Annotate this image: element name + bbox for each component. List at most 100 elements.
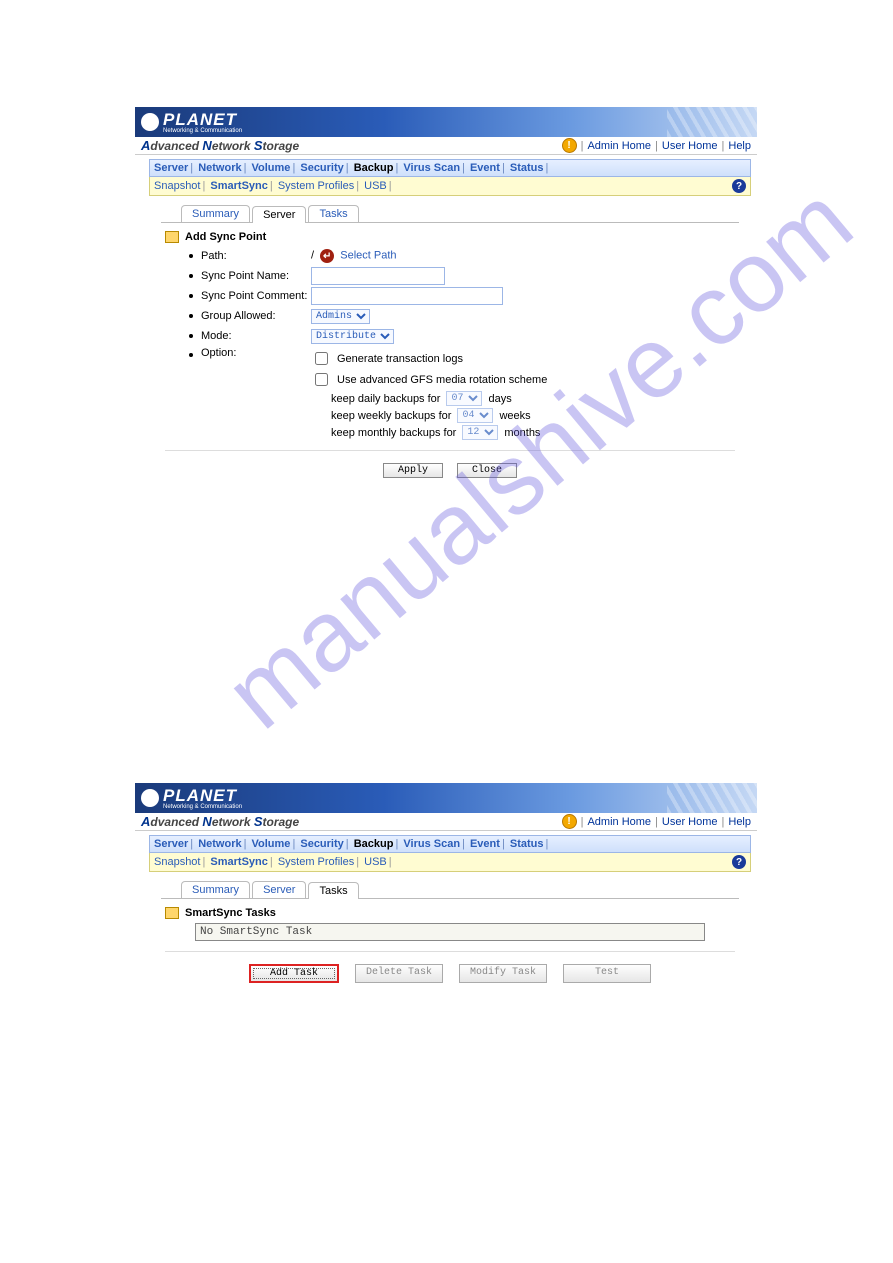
page-title: Advanced Network Storage: [141, 814, 299, 829]
globe-icon: [141, 113, 159, 131]
globe-icon: [141, 789, 159, 807]
apply-button[interactable]: Apply: [383, 463, 443, 478]
path-label: Path:: [201, 250, 311, 262]
main-tabs: Server| Network| Volume| Security| Backu…: [149, 835, 751, 853]
maintab-event[interactable]: Event: [470, 838, 500, 850]
subtab-snapshot[interactable]: Snapshot: [154, 180, 200, 192]
option-label: Option:: [201, 347, 311, 359]
section-title: Add Sync Point: [165, 231, 735, 243]
link-admin-home[interactable]: Admin Home: [587, 816, 651, 828]
header: PLANET Networking & Communication: [135, 107, 757, 137]
subtab-system-profiles[interactable]: System Profiles: [278, 856, 354, 868]
maintab-status[interactable]: Status: [510, 838, 544, 850]
gfs-monthly-select[interactable]: 12: [462, 425, 498, 440]
tab-tasks[interactable]: Tasks: [308, 205, 358, 222]
subtab-smartsync[interactable]: SmartSync: [210, 856, 267, 868]
help-icon[interactable]: ?: [732, 179, 746, 193]
subtab-system-profiles[interactable]: System Profiles: [278, 180, 354, 192]
gfs-daily-label-pre: keep daily backups for: [331, 393, 440, 405]
maintab-volume[interactable]: Volume: [252, 838, 291, 850]
page-title: Advanced Network Storage: [141, 138, 299, 153]
maintab-volume[interactable]: Volume: [252, 162, 291, 174]
link-admin-home[interactable]: Admin Home: [587, 140, 651, 152]
brand-subtext: Networking & Communication: [163, 128, 242, 134]
delete-task-button[interactable]: Delete Task: [355, 964, 443, 983]
subtab-usb[interactable]: USB: [364, 856, 387, 868]
main-tabs: Server| Network| Volume| Security| Backu…: [149, 159, 751, 177]
link-help[interactable]: Help: [728, 816, 751, 828]
select-path-icon[interactable]: ↵: [320, 249, 334, 263]
link-user-home[interactable]: User Home: [662, 140, 718, 152]
brand-text: PLANET: [163, 110, 237, 129]
folder-icon: [165, 907, 179, 919]
alert-icon[interactable]: !: [562, 138, 577, 153]
maintab-security[interactable]: Security: [300, 838, 343, 850]
section-title: SmartSync Tasks: [165, 907, 735, 919]
select-path-link[interactable]: Select Path: [340, 250, 396, 262]
gfs-weekly-select[interactable]: 04: [457, 408, 493, 423]
top-links: ! | Admin Home | User Home | Help: [562, 138, 751, 153]
tab-server[interactable]: Server: [252, 881, 306, 898]
maintab-backup[interactable]: Backup: [354, 838, 394, 850]
inner-tabs: Summary Server Tasks: [181, 202, 739, 222]
gfs-monthly-label-pre: keep monthly backups for: [331, 427, 456, 439]
sub-tabs: Snapshot| SmartSync| System Profiles| US…: [149, 177, 751, 196]
header: PLANET Networking & Communication: [135, 783, 757, 813]
gfs-daily-label-post: days: [488, 393, 511, 405]
maintab-server[interactable]: Server: [154, 162, 188, 174]
subtab-usb[interactable]: USB: [364, 180, 387, 192]
brand-text: PLANET: [163, 786, 237, 805]
gfs-weekly-label-post: weeks: [499, 410, 530, 422]
maintab-server[interactable]: Server: [154, 838, 188, 850]
group-allowed-label: Group Allowed:: [201, 310, 311, 322]
folder-icon: [165, 231, 179, 243]
panel-smartsync-tasks: PLANET Networking & Communication Advanc…: [135, 783, 757, 999]
sync-point-comment-label: Sync Point Comment:: [201, 290, 311, 302]
tab-summary[interactable]: Summary: [181, 205, 250, 222]
header-decoration: [667, 783, 757, 813]
sync-point-name-label: Sync Point Name:: [201, 270, 311, 282]
top-links: ! | Admin Home | User Home | Help: [562, 814, 751, 829]
mode-select[interactable]: Distribute: [311, 329, 394, 344]
logo: PLANET Networking & Communication: [135, 786, 242, 810]
sync-point-name-input[interactable]: [311, 267, 445, 285]
generate-logs-label: Generate transaction logs: [337, 353, 463, 365]
link-user-home[interactable]: User Home: [662, 816, 718, 828]
help-icon[interactable]: ?: [732, 855, 746, 869]
titlebar: Advanced Network Storage ! | Admin Home …: [135, 813, 757, 831]
tab-summary[interactable]: Summary: [181, 881, 250, 898]
subtab-smartsync[interactable]: SmartSync: [210, 180, 267, 192]
maintab-security[interactable]: Security: [300, 162, 343, 174]
maintab-virus-scan[interactable]: Virus Scan: [403, 162, 460, 174]
logo: PLANET Networking & Communication: [135, 110, 242, 134]
gfs-daily-select[interactable]: 07: [446, 391, 482, 406]
close-button[interactable]: Close: [457, 463, 517, 478]
test-button[interactable]: Test: [563, 964, 651, 983]
maintab-backup[interactable]: Backup: [354, 162, 394, 174]
task-list-empty: No SmartSync Task: [195, 923, 705, 941]
gfs-scheme-checkbox[interactable]: [315, 373, 328, 386]
sync-point-comment-input[interactable]: [311, 287, 503, 305]
inner-tabs: Summary Server Tasks: [181, 878, 739, 898]
group-allowed-select[interactable]: Admins: [311, 309, 370, 324]
maintab-virus-scan[interactable]: Virus Scan: [403, 838, 460, 850]
tab-tasks[interactable]: Tasks: [308, 882, 358, 899]
add-task-button[interactable]: Add Task: [249, 964, 339, 983]
tab-server[interactable]: Server: [252, 206, 306, 223]
gfs-scheme-label: Use advanced GFS media rotation scheme: [337, 374, 547, 386]
sub-tabs: Snapshot| SmartSync| System Profiles| US…: [149, 853, 751, 872]
mode-label: Mode:: [201, 330, 311, 342]
maintab-event[interactable]: Event: [470, 162, 500, 174]
maintab-network[interactable]: Network: [198, 162, 241, 174]
maintab-status[interactable]: Status: [510, 162, 544, 174]
modify-task-button[interactable]: Modify Task: [459, 964, 547, 983]
generate-logs-checkbox[interactable]: [315, 352, 328, 365]
brand-subtext: Networking & Communication: [163, 804, 242, 810]
subtab-snapshot[interactable]: Snapshot: [154, 856, 200, 868]
path-root: /: [311, 250, 314, 262]
panel-add-sync-point: PLANET Networking & Communication Advanc…: [135, 107, 757, 494]
alert-icon[interactable]: !: [562, 814, 577, 829]
link-help[interactable]: Help: [728, 140, 751, 152]
maintab-network[interactable]: Network: [198, 838, 241, 850]
header-decoration: [667, 107, 757, 137]
